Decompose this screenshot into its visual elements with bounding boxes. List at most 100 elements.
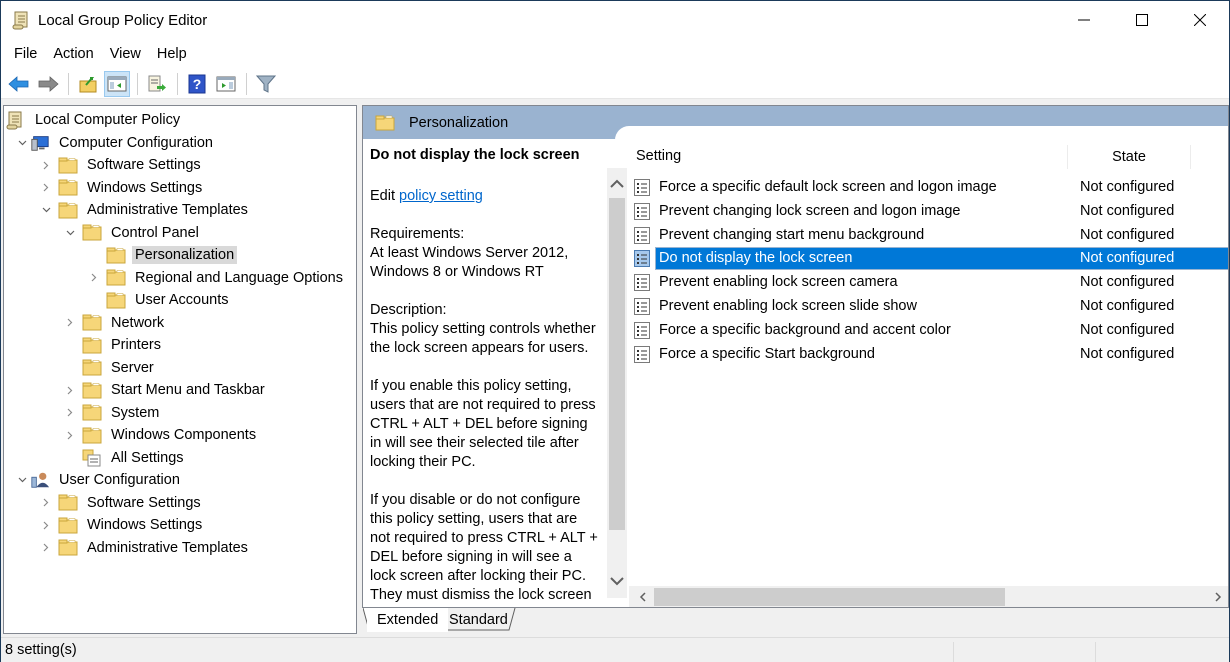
menu-view[interactable]: View: [102, 39, 149, 69]
up-one-level-button[interactable]: [75, 71, 101, 97]
status-bar: 8 setting(s): [1, 637, 1229, 662]
back-button[interactable]: [6, 71, 32, 97]
scroll-down-button[interactable]: [607, 570, 627, 592]
forward-arrow-icon: [38, 75, 59, 92]
menu-file[interactable]: File: [6, 39, 45, 69]
description-text: This policy setting controls whether the…: [370, 321, 596, 356]
edit-prefix: Edit: [370, 188, 400, 204]
export-list-icon: [148, 75, 166, 91]
tree-item[interactable]: Software Settings: [38, 154, 204, 176]
chevron-down-icon[interactable]: [14, 132, 30, 154]
tree-item-label: Start Menu and Taskbar: [111, 382, 265, 398]
chevron-right-icon[interactable]: [38, 514, 54, 536]
description-label: Description:: [370, 302, 447, 318]
setting-row[interactable]: Do not display the lock screen Not config…: [629, 247, 1228, 271]
back-arrow-icon: [8, 75, 29, 92]
chevron-down-icon[interactable]: [14, 469, 30, 491]
tree-item[interactable]: Windows Settings: [38, 514, 205, 536]
tree-item[interactable]: Network: [62, 312, 167, 334]
console-tree[interactable]: Local Computer Policy Computer Configurat…: [3, 105, 357, 634]
chevron-right-icon[interactable]: [38, 154, 54, 176]
column-header-state[interactable]: State: [1067, 145, 1191, 169]
svg-text:?: ?: [193, 76, 202, 92]
column-header-setting[interactable]: Setting: [636, 139, 681, 173]
scroll-right-button[interactable]: [1207, 586, 1228, 607]
setting-row[interactable]: Prevent enabling lock screen slide show N…: [629, 295, 1228, 318]
menu-help[interactable]: Help: [149, 39, 195, 69]
export-list-button[interactable]: [144, 71, 170, 97]
chevron-right-icon[interactable]: [62, 402, 78, 424]
tree-item[interactable]: Windows Settings: [38, 177, 205, 199]
scroll-left-button[interactable]: [631, 586, 653, 607]
setting-row[interactable]: Force a specific Start background Not con…: [629, 343, 1228, 366]
policy-scroll-icon: [6, 111, 26, 130]
title-bar: Local Group Policy Editor: [1, 1, 1229, 39]
tree-item[interactable]: Local Computer Policy: [6, 109, 183, 131]
chevron-right-icon[interactable]: [62, 379, 78, 401]
policy-title: Do not display the lock screen: [370, 147, 580, 163]
tab-extended[interactable]: Extended: [367, 608, 449, 632]
tree-item[interactable]: Personalization: [86, 244, 238, 266]
help-icon: ?: [188, 74, 206, 93]
filter-options-button[interactable]: [253, 71, 279, 97]
status-separator: [1095, 642, 1096, 662]
tree-item[interactable]: Printers: [62, 334, 164, 356]
description-scrollbar[interactable]: [607, 168, 627, 598]
close-button[interactable]: [1171, 1, 1229, 39]
chevron-down-icon[interactable]: [62, 222, 78, 244]
list-horizontal-scrollbar[interactable]: [629, 586, 1228, 607]
forward-button[interactable]: [35, 71, 61, 97]
chevron-right-icon[interactable]: [38, 537, 54, 559]
tree-item[interactable]: Administrative Templates: [38, 537, 251, 559]
tree-item-label: User Configuration: [59, 472, 180, 488]
tree-item[interactable]: Server: [62, 357, 157, 379]
setting-row[interactable]: Prevent enabling lock screen camera Not c…: [629, 271, 1228, 294]
folder-icon: [82, 336, 102, 354]
tree-item[interactable]: System: [62, 402, 162, 424]
minimize-button[interactable]: [1055, 1, 1113, 39]
setting-row[interactable]: Prevent changing lock screen and logon i…: [629, 200, 1228, 223]
settings-list[interactable]: Setting State Force a specific default l…: [629, 139, 1228, 607]
maximize-button[interactable]: [1113, 1, 1171, 39]
show-hide-action-pane-button[interactable]: [213, 71, 239, 97]
help-button[interactable]: ?: [184, 71, 210, 97]
setting-name: Prevent changing start menu background: [659, 226, 925, 243]
folder-icon: [106, 269, 126, 287]
setting-row[interactable]: Prevent changing start menu background No…: [629, 224, 1228, 247]
chevron-right-icon[interactable]: [62, 424, 78, 446]
tree-item[interactable]: Administrative Templates: [38, 199, 251, 221]
folder-icon: [82, 224, 102, 242]
scroll-thumb[interactable]: [609, 198, 625, 530]
setting-row[interactable]: Force a specific default lock screen and…: [629, 176, 1228, 199]
folder-icon: [82, 359, 102, 377]
list-header: Setting State: [629, 139, 1228, 173]
edit-policy-setting-link[interactable]: policy setting: [399, 188, 483, 204]
chevron-right-icon[interactable]: [38, 177, 54, 199]
setting-state: Not configured: [1080, 250, 1175, 267]
scroll-up-button[interactable]: [607, 172, 627, 194]
setting-state: Not configured: [1080, 202, 1175, 219]
maximize-icon: [1136, 14, 1148, 26]
chevron-right-icon[interactable]: [38, 492, 54, 514]
tree-item[interactable]: Start Menu and Taskbar: [62, 379, 268, 401]
tree-item[interactable]: Software Settings: [38, 492, 204, 514]
setting-row[interactable]: Force a specific background and accent c…: [629, 319, 1228, 342]
tree-item[interactable]: All Settings: [62, 447, 187, 469]
setting-state: Not configured: [1080, 179, 1175, 195]
chevron-down-icon[interactable]: [38, 199, 54, 221]
window-title: Local Group Policy Editor: [38, 11, 208, 29]
chevron-right-icon[interactable]: [86, 267, 102, 289]
horizontal-scroll-thumb[interactable]: [654, 588, 1005, 606]
tree-item[interactable]: Windows Components: [62, 424, 259, 446]
tree-item[interactable]: Regional and Language Options: [86, 267, 346, 289]
show-hide-console-tree-button[interactable]: [104, 70, 130, 97]
tree-item[interactable]: User Configuration: [14, 469, 183, 491]
tree-item[interactable]: Control Panel: [62, 222, 202, 244]
tree-item[interactable]: User Accounts: [86, 289, 232, 311]
tab-standard[interactable]: Standard: [439, 608, 518, 632]
menu-action[interactable]: Action: [45, 39, 101, 69]
chevron-right-icon[interactable]: [62, 312, 78, 334]
tree-item[interactable]: Computer Configuration: [14, 132, 216, 154]
policy-setting-icon: [634, 345, 650, 363]
